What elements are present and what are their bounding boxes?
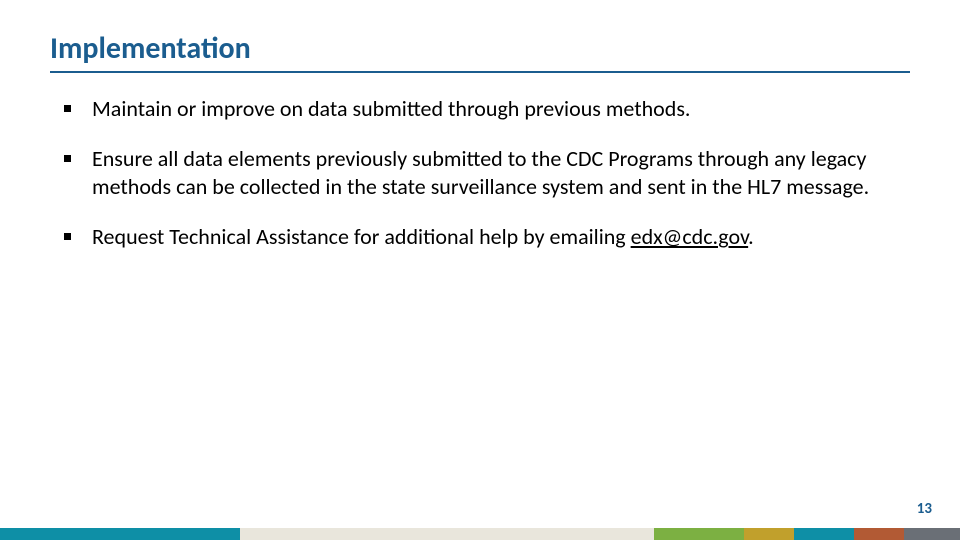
- footer-seg: [904, 528, 960, 540]
- footer-color-bar: [0, 528, 960, 540]
- footer-seg: [240, 528, 468, 540]
- list-item: Maintain or improve on data submitted th…: [50, 95, 910, 123]
- footer-seg: [0, 528, 240, 540]
- list-item: Ensure all data elements previously subm…: [50, 145, 910, 201]
- bullet-text-suffix: .: [748, 223, 754, 250]
- email-link[interactable]: edx@cdc.gov: [631, 223, 749, 250]
- footer-seg: [468, 528, 654, 540]
- footer-seg: [854, 528, 904, 540]
- footer-seg: [744, 528, 794, 540]
- bullet-text-prefix: Request Technical Assistance for additio…: [92, 223, 631, 250]
- slide-content: Implementation Maintain or improve on da…: [0, 0, 960, 252]
- footer-seg: [794, 528, 854, 540]
- bullet-text: Ensure all data elements previously subm…: [92, 145, 869, 200]
- page-number: 13: [917, 500, 932, 518]
- bullet-list: Maintain or improve on data submitted th…: [50, 95, 910, 252]
- list-item: Request Technical Assistance for additio…: [50, 223, 910, 251]
- footer-seg: [654, 528, 744, 540]
- slide-title: Implementation: [50, 30, 910, 73]
- bullet-text: Maintain or improve on data submitted th…: [92, 95, 690, 122]
